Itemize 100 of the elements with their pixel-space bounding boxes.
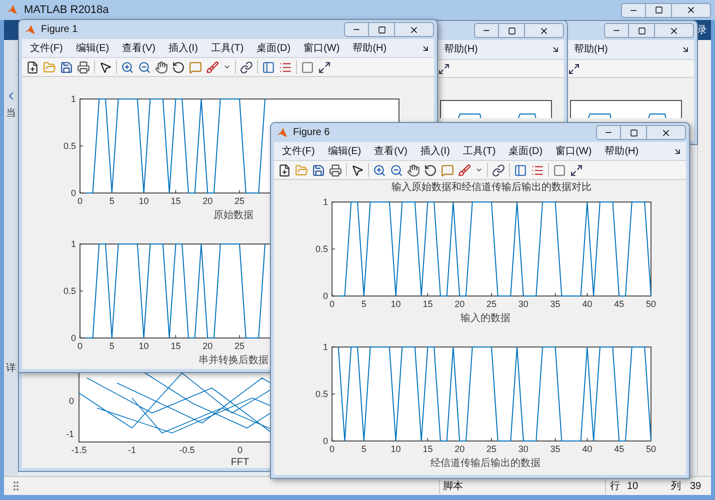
- tick-label: 35: [550, 299, 560, 309]
- menu-item[interactable]: 插入(I): [420, 144, 450, 158]
- window-icon[interactable]: [568, 62, 580, 74]
- tick-label: 0: [330, 444, 334, 454]
- window-title: MATLAB R2018a: [24, 2, 109, 18]
- zoom-in-icon[interactable]: [121, 60, 134, 74]
- tick-label: 25: [234, 341, 244, 351]
- maximize-button[interactable]: [369, 22, 394, 37]
- panel-label: 详: [6, 362, 16, 376]
- window-icon[interactable]: [570, 164, 583, 176]
- data-cursor-icon[interactable]: [441, 164, 454, 176]
- scrollbar[interactable]: [697, 40, 711, 476]
- close-icon: [661, 128, 671, 138]
- hand-icon[interactable]: [155, 60, 168, 74]
- menu-item[interactable]: 窗口(W): [304, 40, 340, 56]
- menu-item[interactable]: 编辑(E): [76, 40, 110, 56]
- tick-label: 20: [202, 196, 213, 206]
- new-file-icon[interactable]: [26, 60, 39, 74]
- maximize-icon: [508, 26, 516, 34]
- menu-item[interactable]: 桌面(D): [256, 40, 291, 56]
- menu-item[interactable]: 文件(F): [282, 144, 315, 158]
- legend-icon[interactable]: [279, 60, 292, 74]
- tick-label: 50: [646, 299, 656, 309]
- login-link[interactable]: 录: [697, 22, 707, 38]
- menu-item[interactable]: 帮助(H): [574, 42, 608, 57]
- maximize-button[interactable]: [499, 23, 524, 38]
- close-button[interactable]: [654, 23, 694, 38]
- menu-item[interactable]: 帮助(H): [604, 144, 639, 158]
- new-file-icon[interactable]: [278, 164, 291, 176]
- tick-label: 0: [70, 333, 76, 343]
- menu-item[interactable]: 文件(F): [30, 40, 63, 56]
- close-button[interactable]: [646, 125, 686, 140]
- menu-item[interactable]: 桌面(D): [508, 144, 543, 158]
- zoom-out-icon[interactable]: [390, 164, 403, 176]
- close-button[interactable]: [394, 22, 434, 37]
- tick-label: 5: [361, 299, 366, 309]
- menu-item[interactable]: 帮助(H): [444, 42, 478, 57]
- colorbar-icon[interactable]: [514, 164, 527, 176]
- data-cursor-icon[interactable]: [189, 60, 202, 74]
- close-button[interactable]: [524, 23, 564, 38]
- printer-icon[interactable]: [329, 164, 342, 176]
- menu-item[interactable]: 工具(T): [210, 40, 244, 56]
- menu-item[interactable]: 插入(I): [168, 40, 198, 56]
- axis-label: 经信道传输后输出的数据: [430, 457, 540, 470]
- tick-label: 1: [70, 239, 76, 249]
- tick-label: 20: [454, 444, 465, 454]
- caret-icon[interactable]: [475, 166, 483, 174]
- menu-item[interactable]: 编辑(E): [328, 144, 362, 158]
- pointer-icon[interactable]: [351, 164, 364, 176]
- tick-label: 1: [322, 342, 328, 352]
- close-icon: [669, 26, 679, 36]
- tick-label: 5: [109, 341, 114, 351]
- window-icon[interactable]: [438, 62, 450, 74]
- maximize-button[interactable]: [629, 23, 654, 38]
- tick-label: 0: [322, 291, 328, 301]
- menu-item[interactable]: 查看(V): [374, 144, 408, 158]
- save-icon[interactable]: [60, 60, 73, 74]
- colorbar-icon[interactable]: [262, 60, 275, 74]
- zoom-out-icon[interactable]: [138, 60, 151, 74]
- maximize-icon: [378, 26, 386, 34]
- legend-icon[interactable]: [531, 164, 544, 176]
- hand-icon[interactable]: [407, 164, 420, 176]
- pointer-icon[interactable]: [99, 60, 112, 74]
- square-icon[interactable]: [301, 60, 314, 74]
- maximize-button[interactable]: [646, 2, 671, 18]
- link-icon[interactable]: [492, 164, 505, 176]
- menu-item[interactable]: 窗口(W): [556, 144, 592, 158]
- dock-icon[interactable]: [681, 45, 690, 54]
- menu-item[interactable]: 工具(T): [462, 144, 496, 158]
- dock-icon[interactable]: [673, 146, 682, 156]
- tick-label: 10: [390, 299, 401, 309]
- window-title: Figure 6: [293, 126, 330, 140]
- brush-icon[interactable]: [458, 164, 471, 176]
- tick-label: 25: [486, 444, 496, 454]
- link-icon[interactable]: [240, 60, 253, 74]
- menu-item[interactable]: 查看(V): [122, 40, 156, 56]
- caret-icon[interactable]: [223, 63, 231, 71]
- tick-label: 20: [202, 341, 213, 351]
- tick-label: 0.5: [315, 244, 328, 254]
- dock-icon[interactable]: [421, 44, 430, 52]
- printer-icon[interactable]: [77, 60, 90, 74]
- rotate-icon[interactable]: [172, 60, 185, 74]
- line-value: 10: [627, 480, 638, 494]
- brush-icon[interactable]: [206, 60, 219, 74]
- maximize-button[interactable]: [621, 125, 646, 140]
- tick-label: 45: [614, 299, 624, 309]
- panel-label: 当: [6, 106, 16, 121]
- close-button[interactable]: [671, 2, 711, 18]
- column-value: 39: [690, 480, 702, 494]
- save-icon[interactable]: [312, 164, 325, 176]
- dock-icon[interactable]: [551, 45, 560, 54]
- rotate-icon[interactable]: [424, 164, 437, 176]
- zoom-in-icon[interactable]: [373, 164, 386, 176]
- tick-label: 15: [170, 341, 181, 351]
- square-icon[interactable]: [553, 164, 566, 176]
- menu-item[interactable]: 帮助(H): [352, 40, 387, 56]
- tick-label: 30: [518, 444, 528, 454]
- tick-label: -1.5: [71, 445, 87, 455]
- window-icon[interactable]: [318, 60, 331, 74]
- axis-label: 原始数据: [214, 209, 254, 222]
